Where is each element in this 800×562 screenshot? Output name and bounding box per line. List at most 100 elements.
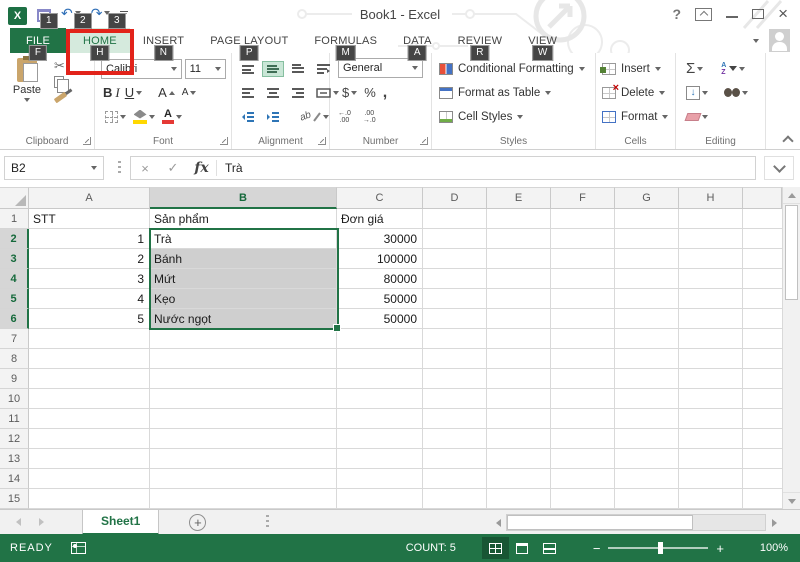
font-name-combo[interactable]: Calibri (101, 58, 182, 79)
maximize-button[interactable] (752, 9, 765, 19)
empty-cells[interactable] (423, 469, 782, 489)
cell-c1[interactable]: Đơn giá (337, 209, 423, 229)
decrease-font-size-button[interactable]: A (180, 86, 199, 99)
zoom-level[interactable]: 100% (742, 542, 788, 554)
expand-formula-bar-button[interactable] (764, 156, 794, 180)
close-button[interactable]: × (778, 5, 788, 22)
increase-font-size-button[interactable]: A (156, 84, 177, 101)
cell[interactable] (29, 329, 150, 349)
cell-b1[interactable]: Sản phẩm (150, 209, 337, 229)
column-header-c[interactable]: C (337, 187, 423, 209)
tab-bar-splitter[interactable] (266, 515, 270, 529)
tab-formulas[interactable]: FORMULAS M (301, 28, 390, 61)
cell[interactable] (150, 349, 337, 369)
column-header-a[interactable]: A (29, 187, 150, 209)
cell-c6[interactable]: 50000 (337, 309, 423, 329)
italic-button[interactable]: I (115, 85, 119, 101)
row-header[interactable]: 9 (0, 369, 29, 389)
scroll-left-arrow[interactable] (490, 513, 506, 532)
cell-c4[interactable]: 80000 (337, 269, 423, 289)
column-header-d[interactable]: D (423, 187, 487, 209)
chevron-down-icon[interactable] (753, 38, 759, 43)
tab-page-layout[interactable]: PAGE LAYOUT P (197, 28, 301, 61)
cell[interactable] (29, 469, 150, 489)
column-header-e[interactable]: E (487, 187, 551, 209)
number-format-combo[interactable]: General (338, 58, 423, 78)
fill-down-button[interactable]: ↓ (684, 85, 710, 101)
new-sheet-button[interactable]: + (189, 513, 207, 531)
excel-app-icon[interactable]: X (8, 7, 27, 25)
cancel-button[interactable]: × (131, 161, 159, 176)
tab-file[interactable]: FILE F (10, 28, 67, 61)
empty-cells[interactable] (423, 389, 782, 409)
empty-cells[interactable] (423, 349, 782, 369)
tab-insert[interactable]: INSERT N (130, 28, 197, 61)
increase-decimal-button[interactable]: ←.0.00 (338, 110, 351, 124)
empty-cells[interactable] (423, 329, 782, 349)
empty-cells[interactable] (423, 369, 782, 389)
format-cells-button[interactable]: Format (602, 106, 669, 127)
cell[interactable] (150, 329, 337, 349)
enter-button[interactable]: ✓ (159, 160, 187, 176)
accounting-format-button[interactable]: $ (340, 84, 359, 101)
empty-cells[interactable] (423, 309, 782, 329)
scroll-down-arrow[interactable] (783, 492, 800, 509)
dialog-launcher-icon[interactable] (220, 137, 228, 145)
cell[interactable] (150, 489, 337, 509)
cell[interactable] (337, 489, 423, 509)
insert-function-button[interactable]: fx (187, 160, 217, 176)
cell-a2[interactable]: 1 (29, 229, 150, 249)
minimize-button[interactable] (726, 16, 739, 18)
previous-sheet-arrow[interactable] (16, 518, 21, 526)
macro-record-icon[interactable] (70, 542, 86, 554)
clear-button[interactable] (684, 112, 710, 122)
cell[interactable] (29, 449, 150, 469)
underline-button[interactable]: U (123, 84, 144, 101)
cut-scissors-icon[interactable]: ✂ (54, 59, 67, 73)
fill-color-button[interactable] (131, 109, 157, 125)
cell-a5[interactable]: 4 (29, 289, 150, 309)
row-header[interactable]: 7 (0, 329, 29, 349)
cell[interactable] (337, 349, 423, 369)
user-account-icon[interactable] (769, 29, 790, 52)
cell-b3[interactable]: Bánh (150, 249, 337, 269)
collapse-ribbon-button[interactable] (782, 136, 792, 143)
cell[interactable] (29, 409, 150, 429)
cell[interactable] (150, 449, 337, 469)
page-break-view-button[interactable] (536, 537, 563, 559)
empty-cells[interactable] (423, 229, 782, 249)
row-header[interactable]: 10 (0, 389, 29, 409)
cell[interactable] (337, 449, 423, 469)
row-header[interactable]: 12 (0, 429, 29, 449)
cell-b6[interactable]: Nước ngọt (150, 309, 337, 329)
row-header[interactable]: 14 (0, 469, 29, 489)
cell[interactable] (29, 369, 150, 389)
cell[interactable] (150, 369, 337, 389)
empty-cells[interactable] (423, 489, 782, 509)
cell-b4[interactable]: Mứt (150, 269, 337, 289)
cell[interactable] (337, 469, 423, 489)
cell-b2-active[interactable]: Trà (150, 229, 337, 249)
tab-home[interactable]: HOME H (66, 28, 134, 75)
empty-cells[interactable] (423, 429, 782, 449)
cell[interactable] (150, 429, 337, 449)
vertical-scrollbar[interactable] (782, 187, 800, 509)
copy-icon[interactable] (54, 76, 69, 93)
sort-filter-button[interactable]: AZ (719, 61, 747, 77)
align-right-button[interactable] (287, 85, 309, 101)
dialog-launcher-icon[interactable] (83, 137, 91, 145)
empty-cells[interactable] (423, 249, 782, 269)
format-painter-icon[interactable] (53, 91, 68, 104)
row-header[interactable]: 4 (0, 269, 29, 289)
font-size-combo[interactable]: 11 (184, 58, 226, 79)
autosum-button[interactable]: Σ (684, 60, 705, 77)
cell[interactable] (150, 469, 337, 489)
cell-a6[interactable]: 5 (29, 309, 150, 329)
column-header-partial[interactable] (743, 187, 782, 209)
formula-bar-splitter[interactable] (118, 161, 121, 175)
align-bottom-button[interactable] (287, 61, 309, 77)
percent-style-button[interactable]: % (362, 84, 378, 101)
delete-cells-button[interactable]: Delete (602, 82, 666, 103)
row-header[interactable]: 3 (0, 249, 29, 269)
dialog-launcher-icon[interactable] (318, 137, 326, 145)
